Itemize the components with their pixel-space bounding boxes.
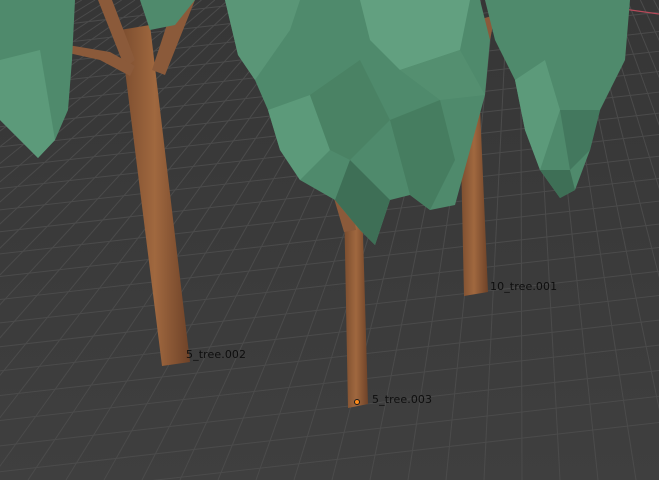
3d-viewport[interactable]: 5_tree.002 5_tree.003 10_tree.001 xyxy=(0,0,659,480)
viewport-scene[interactable] xyxy=(0,0,659,480)
object-label-5-tree-002: 5_tree.002 xyxy=(186,348,247,361)
object-label-10-tree-001: 10_tree.001 xyxy=(490,280,558,293)
object-label-5-tree-003: 5_tree.003 xyxy=(372,393,433,406)
selected-object-origin[interactable] xyxy=(354,399,360,405)
